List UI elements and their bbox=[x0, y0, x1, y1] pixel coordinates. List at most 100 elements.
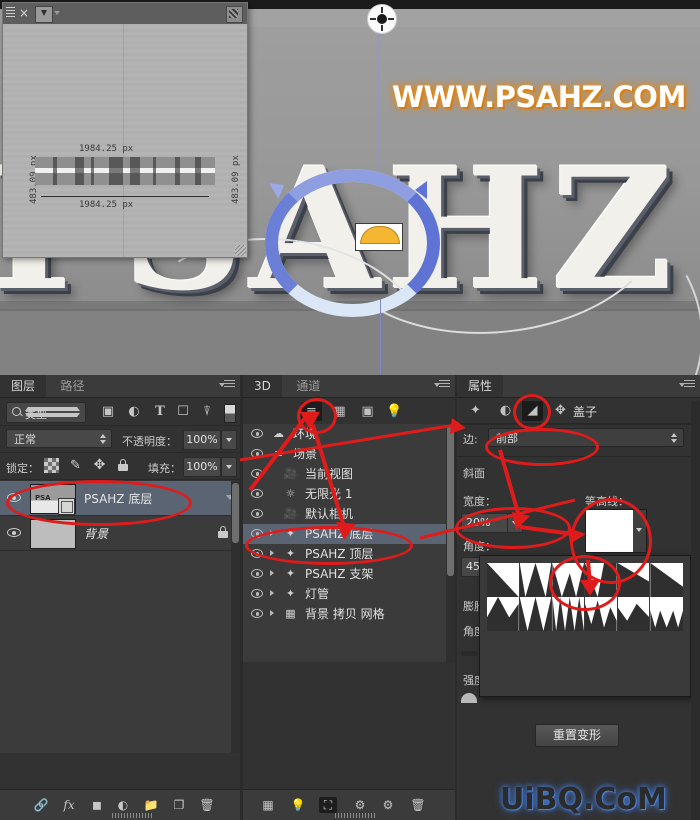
layer-name[interactable]: PSAHZ 底层 bbox=[84, 490, 152, 507]
inflate-angle-slider[interactable] bbox=[461, 651, 477, 656]
new-group-icon[interactable]: 📁 bbox=[142, 797, 160, 813]
list-item[interactable]: ▦ 背景 拷贝 网格 bbox=[243, 604, 455, 624]
opacity-dropdown-icon[interactable] bbox=[221, 430, 237, 450]
trash-icon[interactable]: 🗑 bbox=[409, 797, 427, 813]
scene-filter-icon[interactable]: ≡ bbox=[301, 402, 322, 421]
contour-preset-sawtooth[interactable] bbox=[519, 597, 553, 631]
3d-rotate-widget[interactable] bbox=[265, 169, 440, 317]
3d-list-scrollbar[interactable] bbox=[446, 424, 455, 662]
chevron-down-icon[interactable] bbox=[54, 11, 60, 15]
list-item-label[interactable]: 默认相机 bbox=[305, 504, 353, 524]
list-item[interactable]: ✦ PSAHZ 顶层 bbox=[243, 544, 455, 564]
3d-filter-row[interactable]: ≡ ▦ ▣ 💡 bbox=[243, 398, 455, 426]
visibility-icon[interactable] bbox=[251, 529, 263, 538]
list-item-label[interactable]: PSAHZ 底层 bbox=[305, 524, 373, 544]
visibility-icon[interactable] bbox=[251, 429, 263, 438]
delete-3d-icon[interactable]: ⚙ bbox=[379, 797, 397, 813]
lock-transparency-icon[interactable] bbox=[44, 458, 59, 473]
mesh-filter-icon[interactable]: ▦ bbox=[329, 402, 350, 421]
lock-row[interactable]: 锁定： ✎ ✥ 填充： 100% bbox=[0, 453, 240, 480]
list-item-label[interactable]: PSAHZ 支架 bbox=[305, 564, 373, 584]
tab-channels[interactable]: 通道 bbox=[285, 375, 332, 397]
visibility-icon[interactable] bbox=[251, 489, 263, 498]
tab-3d[interactable]: 3D bbox=[243, 375, 282, 397]
list-item-label[interactable]: PSAHZ 顶层 bbox=[305, 544, 373, 564]
tab-paths[interactable]: 路径 bbox=[49, 375, 96, 397]
info-window-preview[interactable]: 1984.25 px 483.09 px 483.09 px 1984.25 p… bbox=[3, 24, 247, 257]
cap-prop-icon[interactable]: ◢ bbox=[522, 401, 543, 421]
layer-filter-type-select[interactable]: 类型 bbox=[6, 402, 86, 423]
list-item-label[interactable]: 背景 拷贝 网格 bbox=[305, 604, 385, 624]
3d-panel-tabbar[interactable]: 3D 通道 bbox=[243, 375, 455, 398]
properties-panel[interactable]: 属性 ✦ ◐ ◢ ✥ 盖子 边: 前部 斜面 宽度： 20% 角度： 45° 等… bbox=[457, 375, 700, 820]
visibility-icon[interactable] bbox=[251, 509, 263, 518]
list-item-label[interactable]: 场景 bbox=[293, 444, 317, 464]
layer-visibility-icon[interactable] bbox=[7, 492, 21, 503]
table-row[interactable]: PSA PSAHZ 底层 bbox=[0, 481, 240, 516]
panel-grip-icon[interactable] bbox=[112, 813, 154, 818]
info-window-titlebar[interactable]: × bbox=[3, 3, 247, 24]
smartobject-filter-icon[interactable]: ⍒ bbox=[199, 404, 215, 420]
properties-tabbar[interactable]: 属性 bbox=[457, 375, 700, 398]
tab-layers[interactable]: 图层 bbox=[0, 375, 47, 397]
layer-list-scrollbar[interactable] bbox=[231, 481, 240, 753]
expand-twisty-icon[interactable] bbox=[270, 570, 274, 576]
contour-preset-grid[interactable] bbox=[487, 563, 683, 631]
layer-visibility-icon[interactable] bbox=[7, 527, 21, 538]
expand-twisty-icon[interactable] bbox=[270, 610, 274, 616]
scrollbar-thumb[interactable] bbox=[232, 483, 239, 543]
expand-twisty-icon[interactable] bbox=[270, 530, 274, 536]
3d-panel[interactable]: 3D 通道 ≡ ▦ ▣ 💡 ☁ 环境 ≡ 场景 🎥 当前视图 ☼ 无限光 1 🎥… bbox=[243, 375, 455, 820]
strength-thumb-icon[interactable] bbox=[461, 693, 477, 703]
list-item[interactable]: ✦ PSAHZ 支架 bbox=[243, 564, 455, 584]
visibility-icon[interactable] bbox=[251, 609, 263, 618]
opacity-value[interactable]: 100% bbox=[183, 430, 221, 450]
fill-dropdown-icon[interactable] bbox=[221, 457, 237, 477]
add-layer-style-icon[interactable]: fx bbox=[60, 797, 78, 813]
add-point-light-icon[interactable]: ⚙ bbox=[351, 797, 369, 813]
contour-preset-ramp[interactable] bbox=[617, 597, 651, 631]
contour-preset-cone[interactable] bbox=[552, 563, 585, 597]
transform-info-window[interactable]: × 1984.25 px 483.09 px 483.09 px 1984.25… bbox=[2, 2, 248, 258]
list-item[interactable]: ≡ 场景 bbox=[243, 444, 455, 464]
layers-filter-row[interactable]: 类型 ▣ ◐ T ☐ ⍒ bbox=[0, 398, 240, 426]
layer-list[interactable]: PSA PSAHZ 底层 背景 bbox=[0, 481, 240, 753]
add-layer-mask-icon[interactable]: ◼ bbox=[88, 797, 106, 813]
blend-mode-row[interactable]: 正常 不透明度： 100% bbox=[0, 426, 240, 453]
panel-menu-icon[interactable] bbox=[434, 380, 450, 392]
download-icon[interactable] bbox=[35, 6, 53, 23]
list-item[interactable]: 🎥 当前视图 bbox=[243, 464, 455, 484]
contour-preset-crown[interactable] bbox=[650, 597, 683, 631]
visibility-icon[interactable] bbox=[251, 469, 263, 478]
new-adjustment-layer-icon[interactable]: ◐ bbox=[114, 797, 132, 813]
panel-menu-icon[interactable] bbox=[679, 380, 695, 392]
layer-thumbnail[interactable] bbox=[30, 519, 76, 549]
3d-bottom-toolbar[interactable]: ▦ 💡 ⛶ ⚙ ⚙ 🗑 bbox=[243, 789, 455, 820]
coordinates-prop-icon[interactable]: ✥ bbox=[550, 401, 571, 421]
rotate-ring-blue-right[interactable] bbox=[265, 169, 440, 317]
lock-position-icon[interactable]: ✥ bbox=[92, 458, 107, 473]
new-layer-icon[interactable]: ❐ bbox=[170, 797, 188, 813]
lock-all-icon[interactable] bbox=[116, 458, 131, 473]
delete-layer-icon[interactable]: 🗑 bbox=[198, 797, 216, 813]
stepper-icon[interactable] bbox=[671, 433, 677, 443]
properties-scrollbar[interactable] bbox=[691, 401, 700, 820]
stepper-icon[interactable] bbox=[100, 434, 106, 444]
contour-preset-ring[interactable] bbox=[617, 563, 651, 597]
list-item-label[interactable]: 环境 bbox=[293, 424, 317, 444]
lock-pixels-icon[interactable]: ✎ bbox=[68, 458, 83, 473]
visibility-icon[interactable] bbox=[251, 589, 263, 598]
list-item[interactable]: 🎥 默认相机 bbox=[243, 504, 455, 524]
contour-preset-notched[interactable] bbox=[585, 597, 618, 631]
layer-name[interactable]: 背景 bbox=[84, 525, 108, 542]
contour-preset-half-round[interactable] bbox=[585, 563, 618, 597]
image-filter-icon[interactable]: ▣ bbox=[100, 404, 116, 420]
layers-bottom-toolbar[interactable]: 🔗 fx ◼ ◐ 📁 ❐ 🗑 bbox=[0, 789, 240, 820]
width-value[interactable]: 20% bbox=[461, 513, 511, 533]
reset-transform-button[interactable]: 重置变形 bbox=[535, 724, 619, 747]
side-select[interactable]: 前部 bbox=[488, 428, 684, 447]
visibility-icon[interactable] bbox=[251, 549, 263, 558]
list-item[interactable]: ✦ PSAHZ 底层 bbox=[243, 524, 455, 544]
contour-dropdown-icon[interactable] bbox=[633, 509, 647, 553]
rotate-arrow-right-icon[interactable] bbox=[415, 181, 427, 199]
